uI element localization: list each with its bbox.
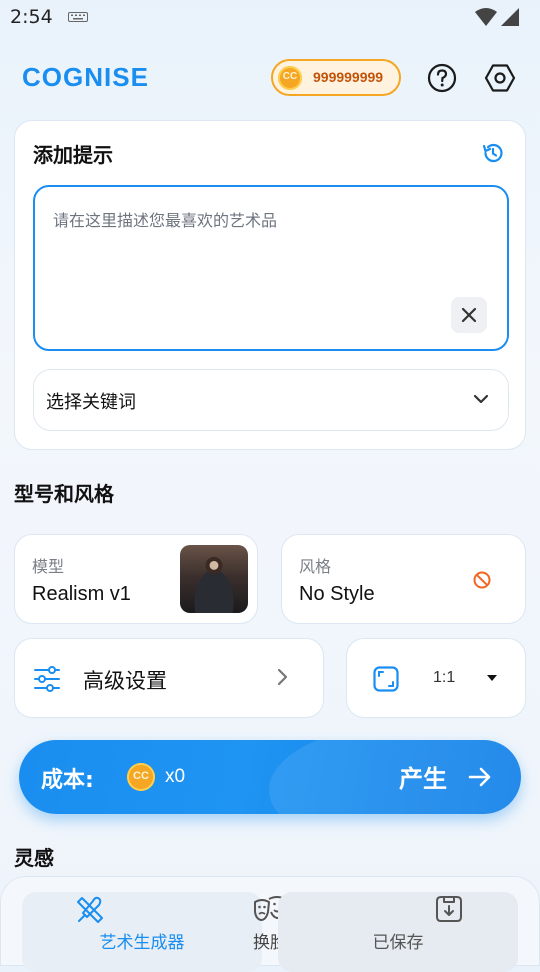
- cost-value: x0: [165, 766, 186, 787]
- sliders-icon: [34, 666, 60, 692]
- prompt-input[interactable]: 请在这里描述您最喜欢的艺术品: [33, 185, 509, 351]
- history-icon[interactable]: [481, 141, 505, 165]
- close-icon: [461, 307, 477, 323]
- cost-coin-text: CC: [133, 770, 149, 782]
- coin-balance: 999999999: [313, 69, 384, 85]
- wifi-icon: [475, 8, 497, 26]
- coin-badge-text: CC: [282, 71, 298, 82]
- help-icon[interactable]: [426, 62, 458, 94]
- style-label: 风格: [299, 557, 332, 576]
- keyboard-icon: [68, 12, 88, 22]
- arrow-right-icon: [468, 767, 491, 787]
- settings-icon[interactable]: [484, 62, 516, 94]
- clear-prompt-button[interactable]: [451, 297, 487, 333]
- model-thumbnail: [180, 545, 248, 613]
- coin-balance-pill[interactable]: CC 999999999: [271, 59, 401, 96]
- cost-label: 成本:: [41, 768, 94, 793]
- generate-label: 产生: [399, 765, 447, 793]
- model-style-title: 型号和风格: [14, 482, 114, 506]
- prompt-title: 添加提示: [33, 143, 113, 167]
- keyword-select-label: 选择关键词: [46, 392, 136, 413]
- tab-saved-label: 已保存: [372, 933, 424, 953]
- style-card[interactable]: 风格 No Style: [281, 534, 526, 624]
- app-logo: COGNISE: [22, 62, 149, 92]
- brush-ruler-icon: [77, 896, 103, 923]
- style-value: No Style: [299, 583, 375, 605]
- saved-download-icon: [436, 896, 462, 922]
- coin-icon: CC: [127, 763, 155, 791]
- prompt-card: 添加提示 请在这里描述您最喜欢的艺术品 选择关键词: [14, 120, 526, 450]
- model-label: 模型: [32, 557, 65, 576]
- advanced-settings-button[interactable]: 高级设置: [14, 638, 324, 718]
- keyword-select[interactable]: 选择关键词: [33, 369, 509, 431]
- chevron-down-icon: [473, 394, 489, 404]
- cellular-signal-icon: [501, 8, 519, 26]
- tab-saved[interactable]: 已保存: [278, 892, 518, 972]
- status-time: 2:54: [10, 6, 53, 28]
- chevron-right-icon: [277, 668, 288, 686]
- coin-icon: CC: [278, 66, 302, 90]
- caret-down-icon: [487, 675, 497, 681]
- model-value: Realism v1: [32, 583, 131, 605]
- prompt-placeholder: 请在这里描述您最喜欢的艺术品: [53, 211, 278, 230]
- model-card[interactable]: 模型 Realism v1: [14, 534, 258, 624]
- aspect-ratio-icon: [373, 666, 399, 692]
- aspect-ratio-select[interactable]: 1:1: [346, 638, 526, 718]
- aspect-ratio-value: 1:1: [433, 669, 456, 686]
- inspiration-title: 灵感: [14, 846, 54, 870]
- advanced-settings-label: 高级设置: [83, 669, 167, 693]
- generate-button[interactable]: 成本: CC x0 产生: [19, 740, 521, 814]
- no-style-icon: [473, 571, 491, 589]
